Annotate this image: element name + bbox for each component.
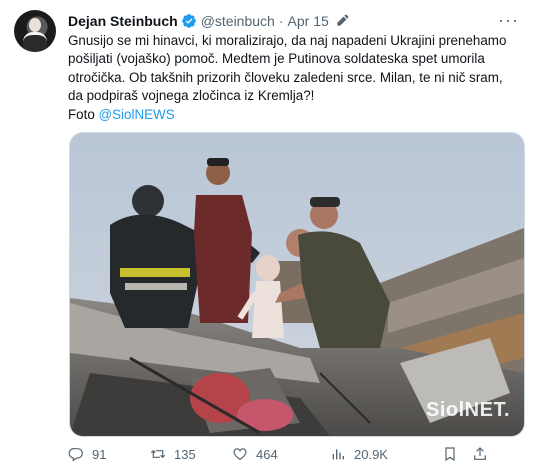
retweet-icon: [150, 449, 166, 459]
tweet-text: Gnusijo se mi hinavci, ki moralizirajo, …: [68, 32, 528, 124]
tweet-text-line: da podpiraš vojnega zločinca iz Kremlja?…: [68, 88, 315, 104]
photo-credit-line: Foto @SiolNEWS: [68, 107, 175, 122]
author-avatar[interactable]: [14, 10, 56, 52]
like-icon: [233, 448, 247, 461]
bookmark-icon: [445, 447, 455, 462]
tweet-photo[interactable]: SiolNET.: [69, 132, 525, 437]
more-icon[interactable]: ···: [498, 10, 519, 31]
like-button[interactable]: 464: [232, 446, 278, 462]
header-separator: ·: [278, 13, 284, 29]
photo-watermark: SiolNET.: [425, 399, 510, 421]
tweet-text-line: Gnusijo se mi hinavci, ki moralizirajo, …: [68, 33, 507, 48]
tweet-text-line: otročička. Ob takšnih prizorih človeku z…: [68, 69, 503, 85]
avatar-body: [23, 32, 47, 52]
tweet-actions: 91 135 464 20.9K: [68, 446, 528, 466]
share-button[interactable]: [472, 446, 488, 462]
author-handle[interactable]: @steinbuch: [201, 13, 275, 29]
photo-credit-label: Foto: [68, 106, 95, 122]
views-icon: [332, 449, 344, 460]
share-icon: [474, 447, 486, 460]
views-count: 20.9K: [354, 446, 388, 462]
mention-link[interactable]: @SiolNEWS: [99, 107, 175, 122]
reply-button[interactable]: 91: [68, 446, 106, 462]
reply-icon: [68, 448, 83, 462]
bookmark-button[interactable]: [442, 446, 458, 462]
retweet-count: 135: [174, 446, 196, 462]
reply-count: 91: [92, 446, 107, 462]
retweet-button[interactable]: 135: [150, 446, 196, 462]
rescue-scene-image: [70, 133, 524, 436]
verified-badge-icon: [181, 13, 197, 29]
author-name[interactable]: Dejan Steinbuch: [68, 13, 178, 29]
edit-pencil-icon: [335, 14, 349, 28]
tweet-date[interactable]: Apr 15: [288, 13, 329, 29]
like-count: 464: [256, 446, 278, 462]
tweet-header: Dejan Steinbuch @steinbuch · Apr 15 ···: [68, 10, 521, 31]
views-button[interactable]: 20.9K: [330, 446, 388, 462]
tweet-text-line: pošiljati (vojaško) pomoč. Medtem je Put…: [68, 51, 485, 67]
avatar-head: [29, 18, 41, 32]
